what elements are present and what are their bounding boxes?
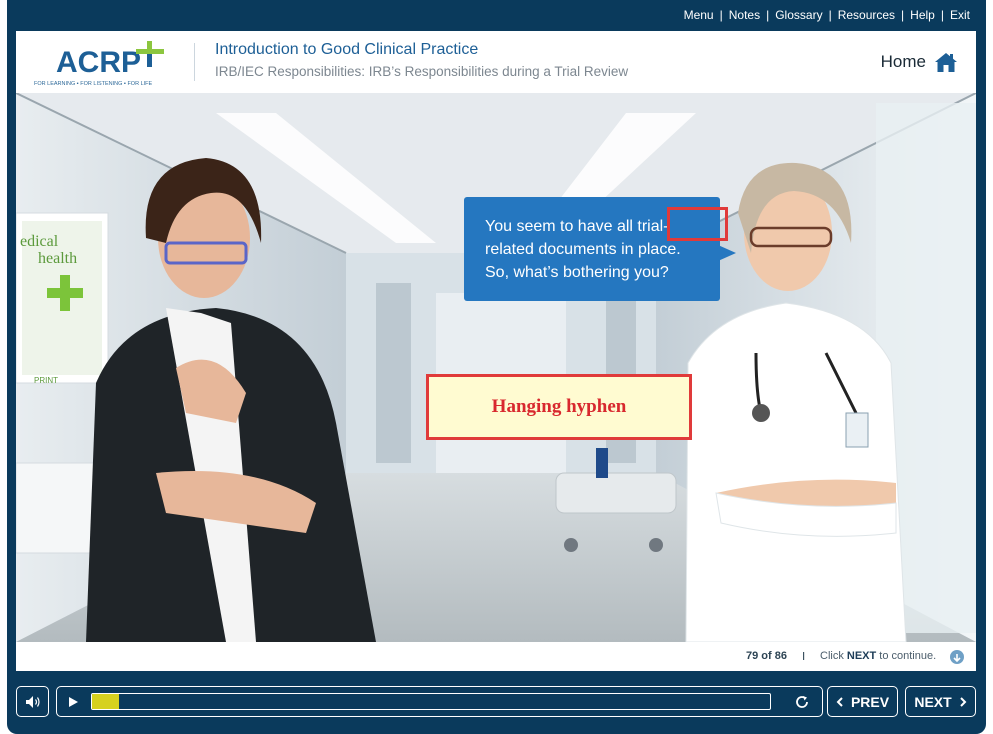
hint-next-word: NEXT: [846, 650, 877, 662]
down-arrow-icon: [950, 650, 964, 664]
course-subtitle: IRB/IEC Responsibilities: IRB’s Responsi…: [215, 64, 629, 79]
glossary-link[interactable]: Glossary: [775, 8, 822, 22]
hint-suffix: to continue.: [876, 650, 937, 662]
header-divider: [194, 43, 195, 81]
slide-scene: edical health PRINT You seem to have all…: [16, 93, 976, 642]
notes-link[interactable]: Notes: [729, 8, 760, 22]
volume-button[interactable]: [16, 686, 49, 717]
player-controls: PREV NEXT: [16, 686, 976, 718]
prev-button[interactable]: PREV: [827, 686, 898, 717]
hint-prefix: Click: [820, 650, 847, 662]
progress-fill: [92, 694, 120, 709]
speaker-icon: [25, 695, 40, 708]
acrp-logo: ACRP FOR LEARNING ▪ FOR LISTENING ▪ FOR …: [34, 41, 184, 89]
hospital-corridor-image: edical health PRINT: [16, 93, 976, 642]
continue-hint: Click NEXT to continue.: [820, 650, 936, 662]
home-label: Home: [880, 52, 926, 71]
home-button[interactable]: Home: [881, 51, 958, 73]
home-icon: [935, 53, 957, 72]
chevron-left-icon: [836, 696, 843, 707]
replay-icon[interactable]: [794, 694, 810, 710]
menu-separator: |: [719, 8, 723, 22]
menu-separator: |: [940, 8, 944, 22]
next-button[interactable]: NEXT: [905, 686, 976, 717]
status-separator: I: [802, 650, 806, 663]
help-link[interactable]: Help: [910, 8, 935, 22]
speech-line-3: So, what’s bothering you?: [485, 264, 669, 281]
poster-text-1: edical: [20, 233, 59, 250]
playback-bar: [56, 686, 823, 717]
top-menu: Menu | Notes | Glossary | Resources | He…: [684, 6, 970, 24]
next-label: NEXT: [914, 693, 952, 710]
exit-link[interactable]: Exit: [950, 8, 970, 22]
logo-plus-icon: [136, 41, 164, 67]
menu-separator: |: [828, 8, 832, 22]
logo-tagline: FOR LEARNING ▪ FOR LISTENING ▪ FOR LIFE: [34, 81, 153, 87]
play-icon[interactable]: [67, 696, 79, 708]
page-counter: 79 of 86: [746, 650, 787, 662]
chevron-right-icon: [959, 696, 967, 707]
speech-bubble-tail: [718, 245, 736, 261]
progress-track[interactable]: [91, 693, 771, 710]
highlight-box: [667, 207, 728, 241]
menu-separator: |: [766, 8, 770, 22]
poster-text-2: health: [38, 250, 77, 267]
logo-text: ACRP: [56, 46, 142, 79]
prev-label: PREV: [850, 693, 890, 710]
poster-text-3: PRINT: [34, 376, 58, 385]
status-bar: 79 of 86 I Click NEXT to continue.: [16, 642, 976, 671]
menu-separator: |: [901, 8, 905, 22]
course-header: ACRP FOR LEARNING ▪ FOR LISTENING ▪ FOR …: [16, 31, 976, 93]
annotation-note: Hanging hyphen: [426, 374, 692, 440]
menu-link[interactable]: Menu: [684, 8, 714, 22]
speech-line-2: related documents in place.: [485, 241, 681, 258]
resources-link[interactable]: Resources: [838, 8, 895, 22]
course-title: Introduction to Good Clinical Practice: [215, 41, 479, 58]
